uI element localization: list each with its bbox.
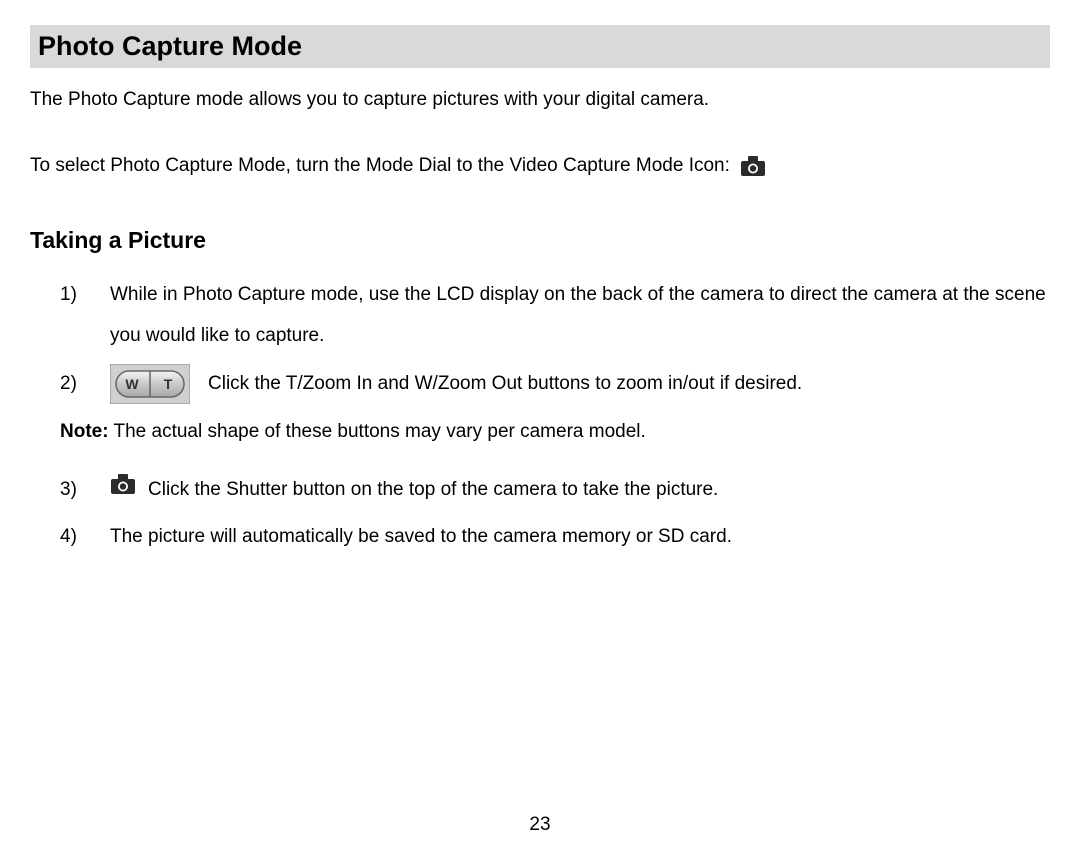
step-1-text: While in Photo Capture mode, use the LCD… [110,274,1050,358]
camera-icon [740,155,766,177]
svg-text:W: W [125,376,139,392]
step-3-number: 3) [60,469,110,511]
steps-list: 1) While in Photo Capture mode, use the … [30,274,1050,405]
step-2-number: 2) [60,363,110,405]
step-1: 1) While in Photo Capture mode, use the … [60,274,1050,358]
step-4: 4) The picture will automatically be sav… [60,516,1050,558]
svg-text:T: T [164,376,173,392]
steps-list-continued: 3) Click the Shutter button on the top o… [30,469,1050,559]
step-4-text: The picture will automatically be saved … [110,516,732,558]
step-3: 3) Click the Shutter button on the top o… [60,469,1050,511]
camera-icon [110,469,136,511]
section-heading: Photo Capture Mode [30,25,1050,68]
step-4-number: 4) [60,516,110,558]
select-mode-paragraph: To select Photo Capture Mode, turn the M… [30,155,1050,177]
select-mode-text: To select Photo Capture Mode, turn the M… [30,155,730,177]
note-label: Note: [60,421,109,442]
page-number: 23 [0,814,1080,836]
zoom-wt-button-icon: W T [110,364,190,404]
sub-heading: Taking a Picture [30,227,1050,254]
step-3-text: Click the Shutter button on the top of t… [148,469,718,511]
note-text: The actual shape of these buttons may va… [109,421,646,442]
intro-paragraph: The Photo Capture mode allows you to cap… [30,86,1050,115]
step-2-text: Click the T/Zoom In and W/Zoom Out butto… [208,363,802,405]
step-2: 2) W T Clic [60,363,1050,405]
step-1-number: 1) [60,274,110,358]
note-line: Note: The actual shape of these buttons … [60,411,1050,453]
